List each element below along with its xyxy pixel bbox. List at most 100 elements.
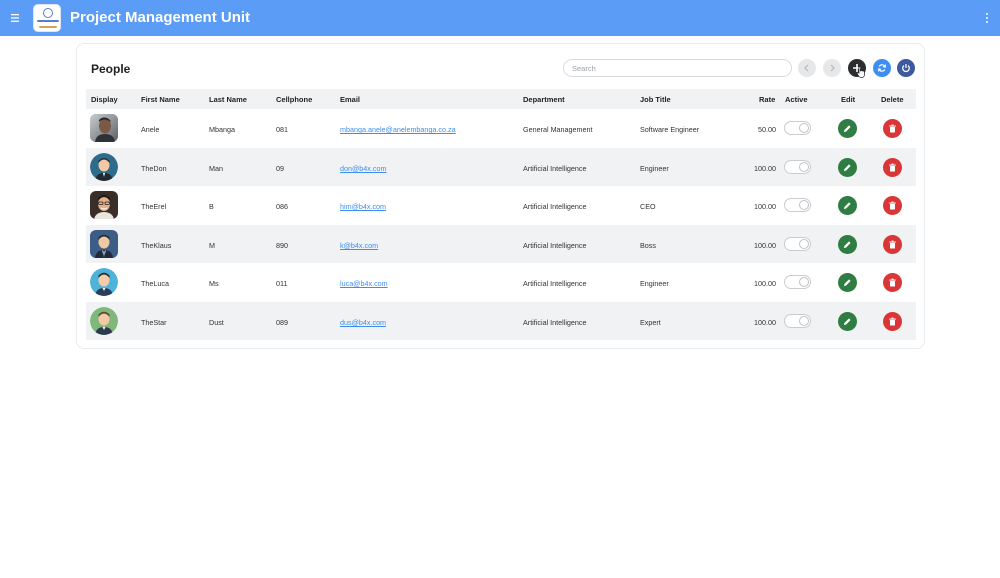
cell-department: General Management xyxy=(523,125,593,134)
cell-department: Artificial Intelligence xyxy=(523,202,587,211)
active-toggle[interactable] xyxy=(784,159,811,174)
search-input[interactable] xyxy=(563,59,792,77)
power-icon xyxy=(902,64,910,73)
refresh-button[interactable] xyxy=(873,59,891,77)
column-header-active: Active xyxy=(785,95,808,104)
cell-job-title: Boss xyxy=(640,240,656,250)
column-header-email: Email xyxy=(340,95,361,104)
edit-button[interactable] xyxy=(838,196,857,215)
cell-first-name: TheKlaus xyxy=(141,240,172,250)
cell-email-link[interactable]: him@b4x.com xyxy=(340,202,386,211)
column-header-display: Display xyxy=(91,95,118,104)
avatar xyxy=(90,229,118,258)
kebab-menu-icon[interactable] xyxy=(984,11,990,28)
column-header-first-name: First Name xyxy=(141,95,180,104)
edit-button[interactable] xyxy=(838,234,857,254)
cell-rate: 100.00 xyxy=(754,317,776,327)
active-toggle[interactable] xyxy=(784,313,811,328)
cell-job-title: Engineer xyxy=(640,279,669,288)
column-header-delete: Delete xyxy=(881,95,904,104)
table-header: Display First Name Last Name Cellphone E… xyxy=(86,89,916,109)
cell-job-title: Expert xyxy=(640,317,661,327)
cell-email-link[interactable]: mbanga.anele@anelembanga.co.za xyxy=(340,125,456,134)
cell-last-name: Mbanga xyxy=(209,125,235,134)
column-header-rate: Rate xyxy=(759,95,776,104)
column-header-cellphone: Cellphone xyxy=(276,95,313,104)
delete-button[interactable] xyxy=(883,119,902,138)
edit-button[interactable] xyxy=(838,273,857,292)
trash-icon xyxy=(889,278,896,287)
active-toggle[interactable] xyxy=(784,275,811,289)
table-row: Anele Mbanga 081 mbanga.anele@anelembang… xyxy=(86,109,916,148)
avatar xyxy=(90,114,118,142)
chevron-left-icon xyxy=(804,64,809,72)
cell-last-name: Dust xyxy=(209,317,224,327)
previous-page-button[interactable] xyxy=(798,59,816,77)
table-row: TheDon Man 09 don@b4x.com Artificial Int… xyxy=(86,147,916,186)
pencil-icon xyxy=(844,202,851,209)
active-toggle[interactable] xyxy=(784,121,811,135)
hamburger-icon[interactable] xyxy=(10,10,20,26)
next-page-button[interactable] xyxy=(823,59,841,77)
cell-first-name: TheLuca xyxy=(141,279,169,288)
cell-email-link[interactable]: luca@b4x.com xyxy=(340,279,388,288)
trash-icon xyxy=(889,317,896,325)
pencil-icon xyxy=(844,125,851,132)
cell-department: Artificial Intelligence xyxy=(523,279,587,288)
column-header-department: Department xyxy=(523,95,565,104)
cell-job-title: Engineer xyxy=(640,163,669,173)
hand-cursor-icon xyxy=(856,66,865,78)
trash-icon xyxy=(889,201,896,210)
delete-button[interactable] xyxy=(883,157,902,177)
table-row: TheKlaus M 890 k@b4x.com Artificial Inte… xyxy=(86,224,916,263)
avatar xyxy=(90,152,118,181)
cell-cellphone: 089 xyxy=(276,317,288,327)
table-row: TheErel B 086 him@b4x.com Artificial Int… xyxy=(86,186,916,225)
top-app-bar: Project Management Unit xyxy=(0,0,1000,36)
column-header-last-name: Last Name xyxy=(209,95,247,104)
cell-email-link[interactable]: dus@b4x.com xyxy=(340,318,386,327)
refresh-icon xyxy=(877,64,887,72)
pencil-icon xyxy=(844,240,851,248)
cell-job-title: CEO xyxy=(640,202,656,211)
people-table: Display First Name Last Name Cellphone E… xyxy=(86,89,916,340)
cell-cellphone: 086 xyxy=(276,202,288,211)
delete-button[interactable] xyxy=(883,234,902,254)
card-title: People xyxy=(91,62,131,76)
cell-last-name: M xyxy=(209,240,215,250)
cell-email-link[interactable]: don@b4x.com xyxy=(340,164,386,173)
logout-button[interactable] xyxy=(897,59,915,77)
delete-button[interactable] xyxy=(883,311,902,331)
trash-icon xyxy=(889,124,896,133)
delete-button[interactable] xyxy=(883,196,902,215)
people-card: People Display First Name Last Name Cell… xyxy=(76,43,925,349)
edit-button[interactable] xyxy=(838,157,857,177)
avatar xyxy=(90,191,118,219)
trash-icon xyxy=(889,240,896,248)
cell-email-link[interactable]: k@b4x.com xyxy=(340,241,378,250)
cell-job-title: Software Engineer xyxy=(640,125,700,134)
avatar xyxy=(90,306,118,335)
pencil-icon xyxy=(844,317,851,325)
trash-icon xyxy=(889,163,896,171)
cell-department: Artificial Intelligence xyxy=(523,317,587,327)
delete-button[interactable] xyxy=(883,273,902,292)
active-toggle[interactable] xyxy=(784,198,811,212)
cell-rate: 50.00 xyxy=(758,125,776,134)
column-header-job-title: Job Title xyxy=(640,95,671,104)
app-logo xyxy=(33,4,61,32)
cell-first-name: TheStar xyxy=(141,317,167,327)
table-row: TheLuca Ms 011 luca@b4x.com Artificial I… xyxy=(86,263,916,302)
cell-last-name: Man xyxy=(209,163,223,173)
active-toggle[interactable] xyxy=(784,236,811,251)
edit-button[interactable] xyxy=(838,119,857,138)
app-title: Project Management Unit xyxy=(70,9,251,26)
chevron-right-icon xyxy=(830,64,835,72)
cell-rate: 100.00 xyxy=(754,240,776,250)
cell-first-name: Anele xyxy=(141,125,160,134)
cell-rate: 100.00 xyxy=(754,279,776,288)
edit-button[interactable] xyxy=(838,311,857,331)
avatar xyxy=(90,268,118,296)
cell-last-name: B xyxy=(209,202,214,211)
cell-first-name: TheErel xyxy=(141,202,167,211)
